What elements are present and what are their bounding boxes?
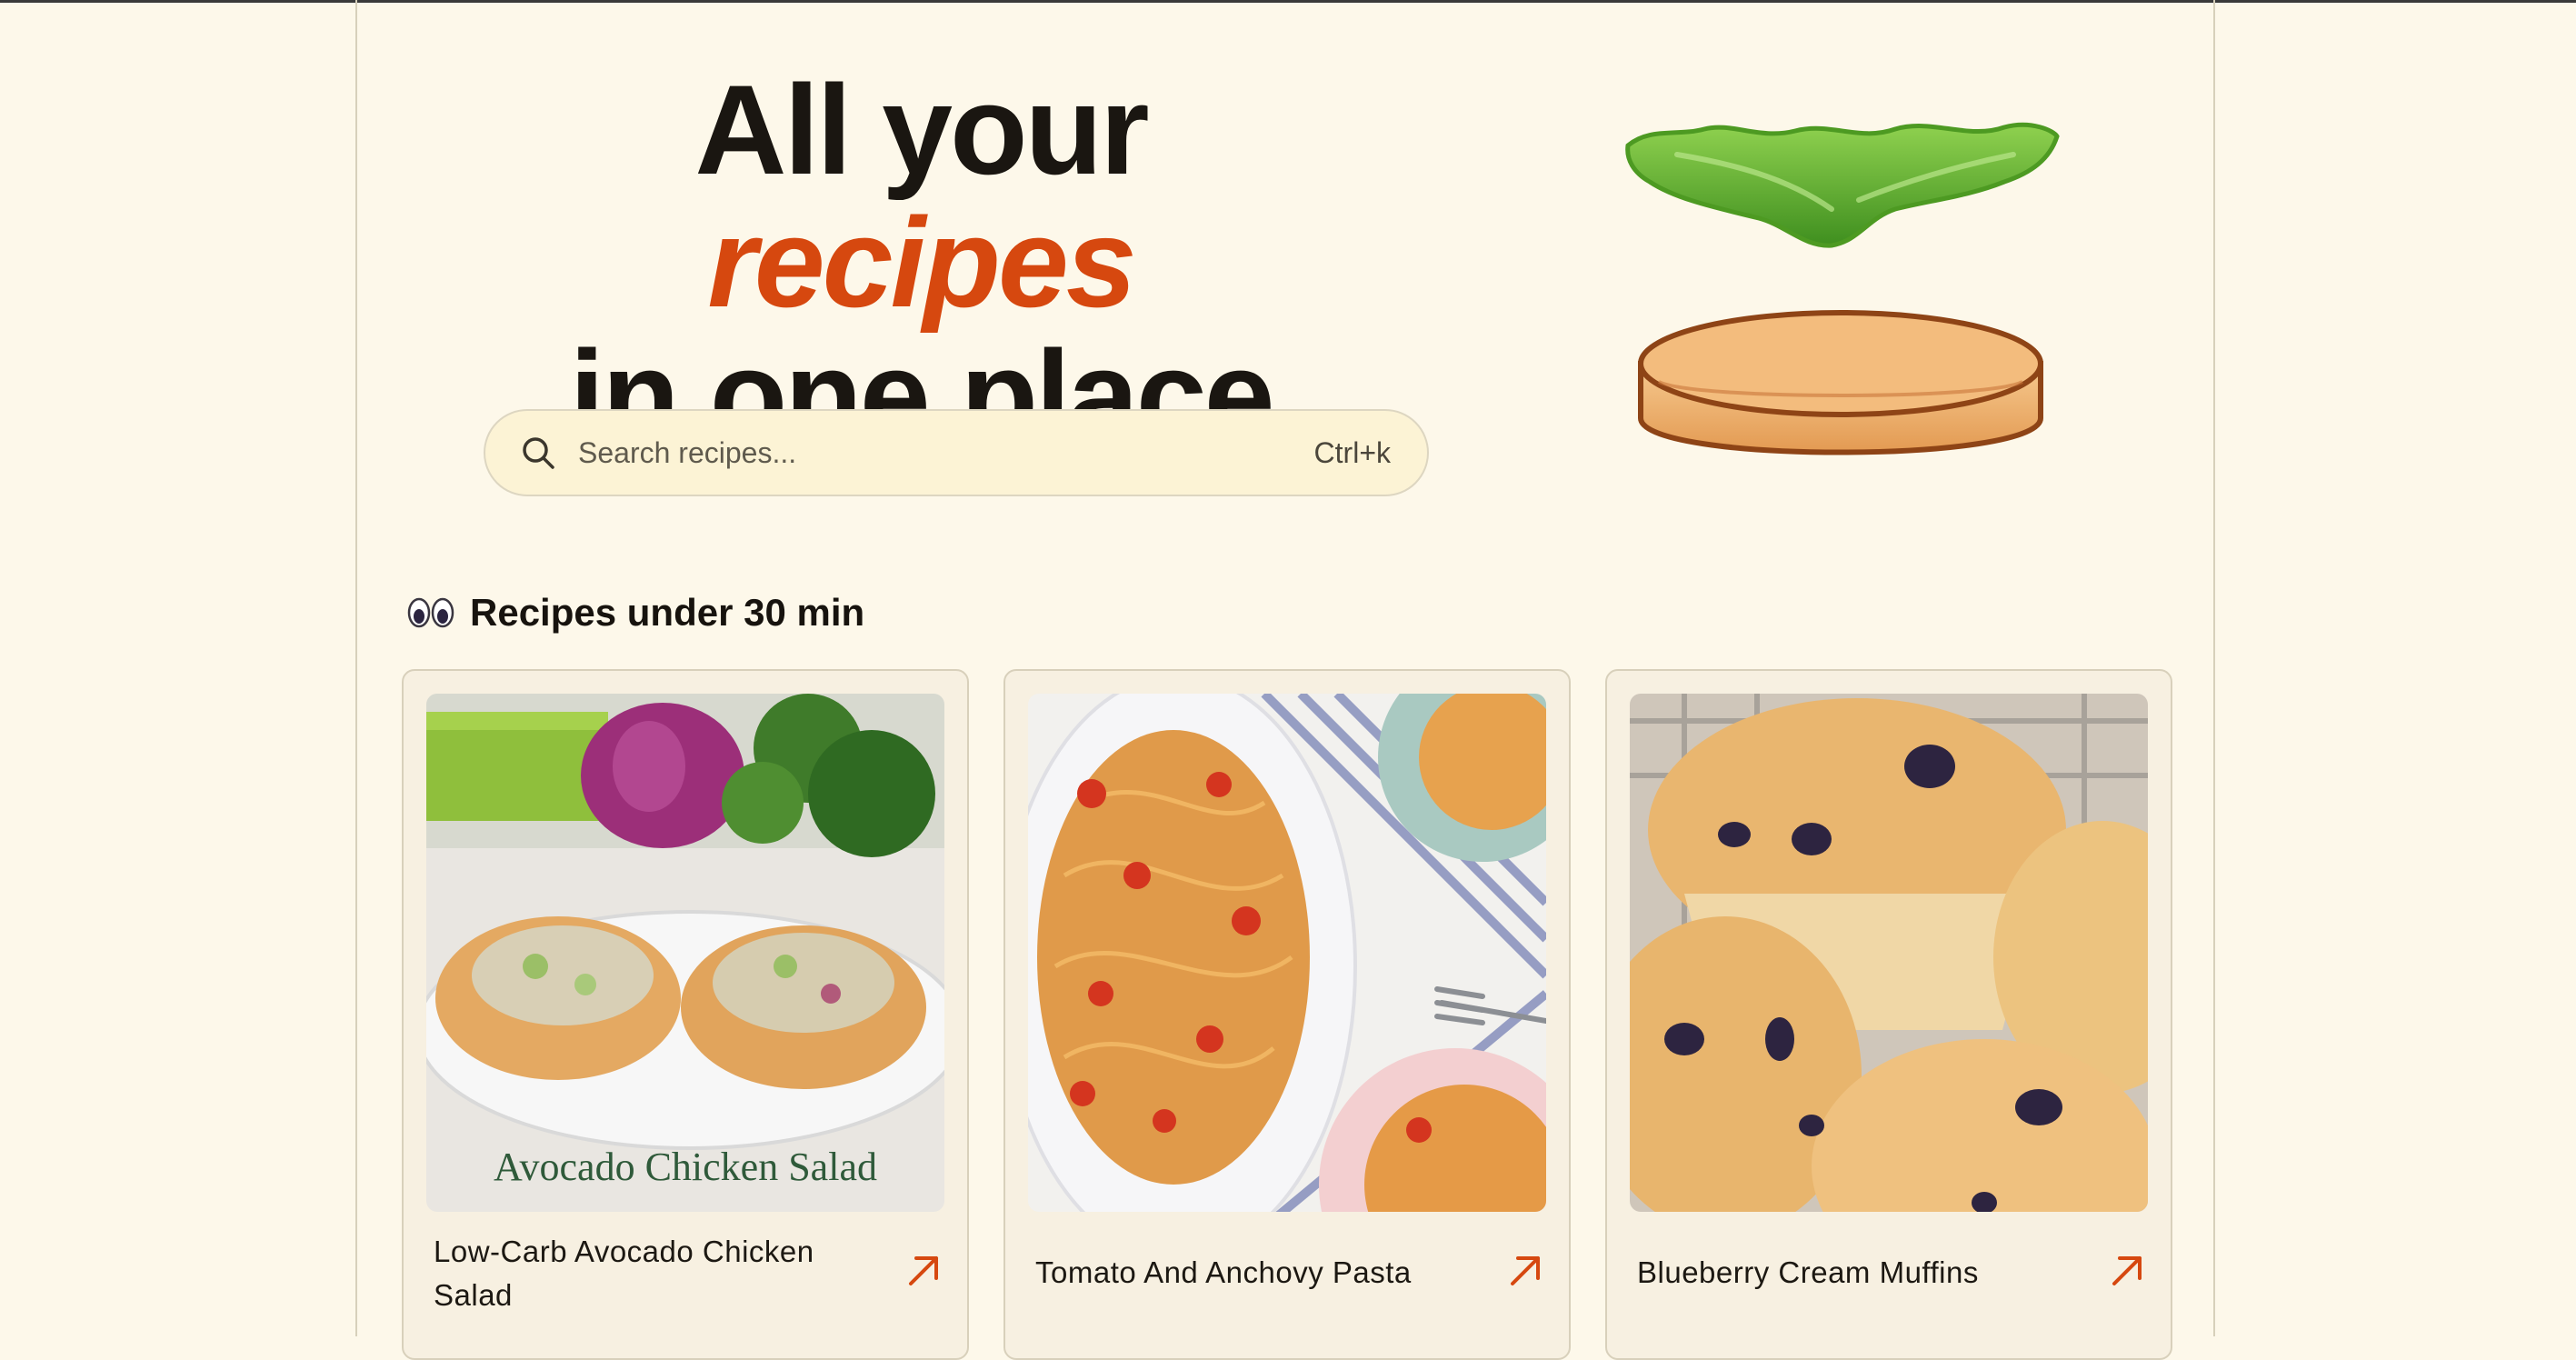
recipe-card[interactable]: Blueberry Cream Muffins <box>1605 669 2172 1360</box>
arrow-up-right-icon[interactable] <box>1507 1253 1543 1289</box>
recipe-name[interactable]: Low-Carb Avocado Chicken Salad <box>434 1230 870 1317</box>
arrow-up-right-icon[interactable] <box>2109 1253 2145 1289</box>
search-bar[interactable]: Ctrl+k <box>484 409 1429 496</box>
search-icon <box>518 433 558 473</box>
search-input[interactable] <box>576 435 1314 471</box>
recipe-image-caption: Avocado Chicken Salad <box>494 1145 877 1189</box>
hero-title: All your recipes in one place <box>466 64 1375 462</box>
eyes-emoji-icon <box>406 595 455 631</box>
section-title: Recipes under 30 min <box>470 591 865 634</box>
recipe-card[interactable]: Avocado Chicken Salad Low-Carb Avocado C… <box>402 669 969 1360</box>
recipe-image-tomato-anchovy-pasta[interactable] <box>1028 694 1546 1212</box>
burger-illustration <box>1622 109 2095 582</box>
hero-title-accent: recipes <box>707 191 1136 334</box>
recipe-image-avocado-chicken-salad[interactable]: Avocado Chicken Salad <box>426 694 944 1212</box>
arrow-up-right-icon[interactable] <box>905 1253 942 1289</box>
recipe-image-blueberry-cream-muffins[interactable] <box>1630 694 2148 1212</box>
bottom-bun-icon <box>1638 310 2043 455</box>
lettuce-icon <box>1625 122 2060 248</box>
search-shortcut-hint: Ctrl+k <box>1313 435 1391 469</box>
recipe-name[interactable]: Blueberry Cream Muffins <box>1637 1251 2073 1295</box>
recipe-name[interactable]: Tomato And Anchovy Pasta <box>1035 1251 1472 1295</box>
page-container: All your recipes in one place Ctrl+k <box>355 0 2215 1360</box>
hero-title-prefix: All your <box>694 58 1149 201</box>
recipe-card[interactable]: Tomato And Anchovy Pasta <box>1003 669 1571 1360</box>
section-heading: Recipes under 30 min <box>406 591 864 635</box>
